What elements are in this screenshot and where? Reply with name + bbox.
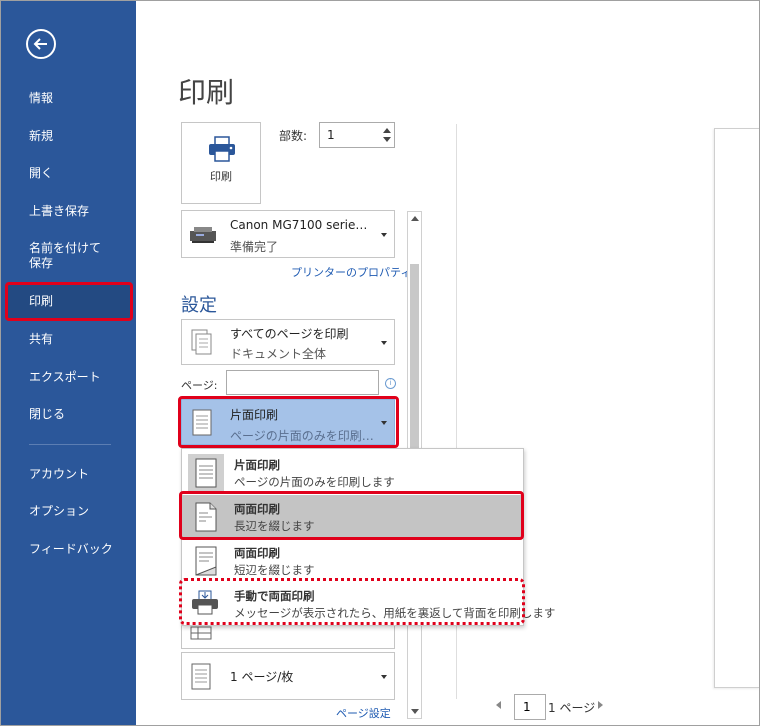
sidebar-item-close[interactable]: 閉じる [1, 407, 136, 422]
next-page-icon[interactable] [598, 701, 603, 709]
sidebar-item-new[interactable]: 新規 [1, 129, 136, 144]
option-title: 片面印刷 [234, 458, 280, 472]
backstage-window: 情報 新規 開く 上書き保存 名前を付けて 保存 印刷 共有 エクスポート 閉じ… [0, 0, 760, 726]
print-range-subtitle: ドキュメント全体 [230, 347, 327, 361]
printer-device-icon [190, 227, 216, 243]
page-number-input[interactable]: 1 [514, 694, 546, 720]
option-subtitle: ページの片面のみを印刷します [234, 475, 395, 489]
printer-status: 準備完了 [230, 240, 279, 254]
print-range-dropdown[interactable]: すべてのページを印刷 ドキュメント全体 [181, 319, 395, 365]
pages-per-sheet-dropdown[interactable]: 1 ページ/枚 [181, 652, 395, 700]
scroll-up-icon[interactable] [411, 216, 419, 221]
option-subtitle: 短辺を綴じます [234, 563, 315, 577]
chevron-down-icon [381, 233, 387, 237]
pages-input[interactable] [226, 370, 379, 395]
print-range-title: すべてのページを印刷 [230, 327, 349, 341]
spin-up-icon[interactable] [383, 128, 391, 133]
sidebar-item-open[interactable]: 開く [1, 166, 136, 181]
printer-name: Canon MG7100 serie… [230, 218, 368, 232]
settings-heading: 設定 [181, 295, 217, 316]
scroll-down-icon[interactable] [411, 709, 419, 714]
chevron-down-icon [381, 341, 387, 345]
pages-stack-icon [191, 329, 212, 355]
sidebar-item-export[interactable]: エクスポート [1, 370, 136, 385]
sidebar-item-print[interactable]: 印刷 [1, 294, 136, 309]
sidebar-item-share[interactable]: 共有 [1, 332, 136, 347]
pages-label: ページ: [181, 379, 218, 392]
copies-stepper[interactable]: 1 [319, 122, 395, 148]
printer-icon [209, 136, 235, 162]
page-setup-link[interactable]: ページ設定 [336, 705, 391, 721]
sidebar-item-info[interactable]: 情報 [1, 91, 136, 106]
pages-per-sheet-value: 1 ページ/枚 [230, 670, 294, 684]
current-page: 1 [523, 700, 531, 714]
printer-properties-link[interactable]: プリンターのプロパティ [291, 264, 411, 280]
back-arrow-icon[interactable] [26, 29, 56, 59]
page-icon [191, 663, 211, 690]
manual-duplex-highlight-box [179, 578, 525, 625]
sidebar-item-save-as[interactable]: 名前を付けて 保存 [1, 241, 136, 271]
spin-down-icon[interactable] [383, 137, 391, 142]
copies-label: 部数: [279, 129, 308, 143]
print-preview-page [714, 128, 759, 688]
sidebar-item-save[interactable]: 上書き保存 [1, 204, 136, 219]
sidebar-item-feedback[interactable]: フィードバック [1, 542, 136, 557]
print-button-label: 印刷 [210, 170, 232, 183]
single-page-icon [195, 458, 217, 488]
long-edge-highlight-box [179, 491, 524, 540]
page-title: 印刷 [178, 76, 235, 109]
print-button[interactable]: 印刷 [181, 122, 261, 204]
duplex-highlight-box [178, 396, 399, 448]
chevron-down-icon [381, 675, 387, 679]
sidebar-item-options[interactable]: オプション [1, 504, 136, 519]
backstage-sidebar: 情報 新規 開く 上書き保存 名前を付けて 保存 印刷 共有 エクスポート 閉じ… [1, 1, 136, 725]
page-total: 1 ページ [548, 701, 596, 715]
sidebar-item-account[interactable]: アカウント [1, 467, 136, 482]
flip-short-edge-icon [195, 546, 217, 576]
grid-icon [190, 626, 212, 640]
option-title: 両面印刷 [234, 546, 280, 560]
duplex-option-short-edge[interactable]: 両面印刷 短辺を綴じます [182, 539, 523, 583]
copies-value: 1 [327, 128, 335, 142]
info-icon[interactable]: i [385, 378, 396, 389]
sidebar-divider [29, 444, 111, 445]
duplex-option-one-sided[interactable]: 片面印刷 ページの片面のみを印刷します [182, 451, 523, 495]
previous-page-icon[interactable] [496, 701, 501, 709]
printer-dropdown[interactable]: Canon MG7100 serie… 準備完了 [181, 210, 395, 258]
scroll-thumb[interactable] [410, 264, 419, 464]
